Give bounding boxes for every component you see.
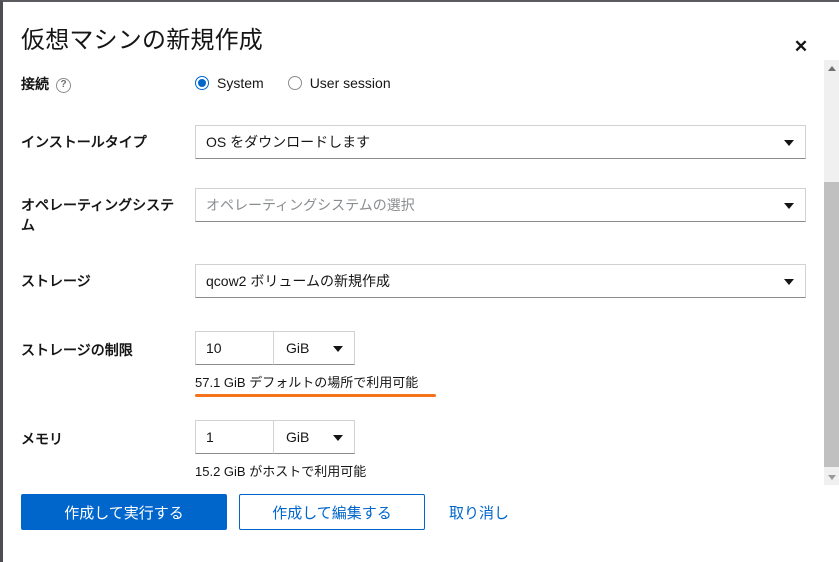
storage-limit-input-group: GiB [195, 331, 436, 365]
chevron-down-icon[interactable] [784, 279, 794, 285]
chevron-down-icon[interactable] [784, 140, 794, 146]
chevron-down-icon[interactable] [333, 346, 343, 352]
create-and-run-button[interactable]: 作成して実行する [21, 494, 227, 530]
create-and-edit-button[interactable]: 作成して編集する [239, 494, 425, 530]
connection-label-text: 接続 [21, 76, 49, 92]
scrollbar-thumb[interactable] [824, 182, 839, 467]
install-type-value: OS をダウンロードします [206, 134, 371, 150]
memory-control: GiB 15.2 GiB がホストで利用可能 [195, 420, 366, 480]
close-icon[interactable]: ✕ [787, 32, 815, 60]
install-type-select[interactable]: OS をダウンロードします [195, 125, 806, 159]
dialog-scrollbar[interactable] [823, 60, 839, 485]
storage-label: ストレージ [21, 273, 91, 289]
storage-control: qcow2 ボリュームの新規作成 [195, 264, 806, 298]
chevron-down-icon[interactable] [784, 203, 794, 209]
dialog-header: 仮想マシンの新規作成 ✕ [3, 4, 839, 60]
storage-limit-input[interactable] [195, 331, 273, 365]
scroll-down-arrow-icon[interactable] [824, 469, 839, 485]
scroll-up-arrow-icon[interactable] [824, 60, 839, 76]
memory-input-group: GiB [195, 420, 366, 454]
radio-system-label: System [217, 75, 264, 91]
radio-user-session[interactable]: User session [287, 75, 391, 91]
memory-input[interactable] [195, 420, 273, 454]
storage-limit-control: GiB 57.1 GiB デフォルトの場所で利用可能 [195, 331, 436, 397]
radio-user-session-mark[interactable] [287, 76, 302, 90]
storage-select[interactable]: qcow2 ボリュームの新規作成 [195, 264, 806, 298]
cancel-button[interactable]: 取り消し [435, 494, 523, 530]
dialog-body: 接続? System User session インストールタイプ OS をダウ… [6, 60, 818, 485]
memory-label: メモリ [21, 431, 63, 447]
storage-value: qcow2 ボリュームの新規作成 [206, 273, 390, 289]
dialog-footer: 作成して実行する 作成して編集する 取り消し [6, 494, 818, 554]
radio-system-mark[interactable] [195, 76, 209, 90]
radio-user-session-label: User session [309, 75, 391, 91]
page-title: 仮想マシンの新規作成 [21, 27, 263, 54]
storage-limit-unit-value: GiB [286, 340, 310, 356]
storage-limit-label: ストレージの制限 [21, 342, 133, 358]
storage-hint-highlight-underline [195, 394, 436, 397]
help-icon[interactable]: ? [56, 77, 71, 93]
operating-system-placeholder: オペレーティングシステムの選択 [206, 197, 415, 213]
connection-label: 接続? [21, 74, 181, 94]
operating-system-select[interactable]: オペレーティングシステムの選択 [195, 188, 806, 222]
operating-system-control: オペレーティングシステムの選択 [195, 188, 806, 222]
storage-limit-hint: 57.1 GiB デフォルトの場所で利用可能 [195, 375, 419, 390]
operating-system-label: オペレーティングシステム [21, 197, 175, 233]
connection-radio-group: System User session [195, 75, 391, 91]
install-type-label: インストールタイプ [21, 134, 147, 150]
memory-hint: 15.2 GiB がホストで利用可能 [195, 464, 367, 479]
chevron-down-icon[interactable] [333, 435, 343, 441]
create-vm-dialog: 仮想マシンの新規作成 ✕ 接続? System User session インス… [0, 0, 839, 562]
memory-unit-value: GiB [286, 429, 310, 445]
radio-system[interactable]: System [195, 75, 264, 91]
memory-unit-select[interactable]: GiB [273, 420, 355, 454]
install-type-control: OS をダウンロードします [195, 125, 806, 159]
storage-limit-unit-select[interactable]: GiB [273, 331, 355, 365]
